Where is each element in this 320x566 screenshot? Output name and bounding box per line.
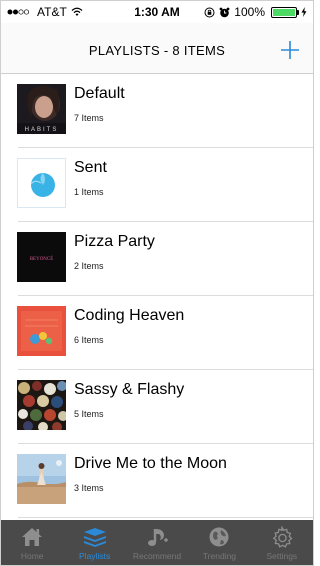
playlist-count: 3 Items [74,483,104,493]
playlist-title: Sassy & Flashy [74,381,185,398]
playlist-title: Coding Heaven [74,307,185,324]
tab-bar: Home Playlists Recommend Trending Settin… [1,520,313,565]
plus-icon [281,41,299,59]
tab-label: Playlists [79,551,111,561]
playlist-row-drive-me-to-the-moon[interactable]: Drive Me to the Moon 3 Items [1,444,313,518]
alarm-icon [219,7,230,18]
playlist-count: 7 Items [74,113,104,123]
tab-playlists[interactable]: Playlists [63,520,125,565]
battery-percent: 100% [234,5,265,19]
tab-settings[interactable]: Settings [251,520,313,565]
tab-recommend[interactable]: Recommend [126,520,188,565]
album-art-default: HABITS [17,84,66,134]
tab-label: Settings [266,551,298,561]
tab-home[interactable]: Home [1,520,63,565]
status-bar: AT&T 1:30 AM 100% [1,1,313,23]
playlist-row-pizza-party[interactable]: BEYONCÉ Pizza Party 2 Items [1,222,313,296]
battery-icon [271,6,299,18]
playlist-title: Pizza Party [74,233,155,250]
playlist-count: 2 Items [74,261,104,271]
rotation-lock-icon [204,7,215,18]
playlist-list: HABITS Default 7 Items Sent 1 Items BEYO… [1,74,313,520]
album-art-drive-me-to-the-moon [17,454,66,504]
playlist-row-sassy-flashy[interactable]: Sassy & Flashy 5 Items [1,370,313,444]
album-art-text: BEYONCÉ [30,256,54,262]
playlist-row-default[interactable]: HABITS Default 7 Items [1,74,313,148]
album-art-coding-heaven [17,306,66,356]
add-playlist-button[interactable] [275,35,305,65]
album-art-pizza-party: BEYONCÉ [17,232,66,282]
playlist-count: 5 Items [74,409,104,419]
playlist-title: Sent [74,159,107,176]
playlist-count: 6 Items [74,335,104,345]
battery-fill [273,8,295,16]
charging-icon [301,7,307,17]
status-right: 100% [204,1,307,23]
album-art-sassy-flashy [17,380,66,430]
navigation-bar: PLAYLISTS - 8 ITEMS [1,23,313,74]
music-note-icon [148,529,169,546]
album-art-text: HABITS [25,127,59,133]
tab-label: Recommend [132,551,182,561]
playlist-count: 1 Items [74,187,104,197]
page-title: PLAYLISTS - 8 ITEMS [88,43,226,58]
playlist-title: Default [74,85,125,102]
row-divider [18,517,313,518]
playlist-title: Drive Me to the Moon [74,455,227,472]
tab-label: Home [20,551,44,561]
tab-trending[interactable]: Trending [188,520,250,565]
tab-label: Trending [202,551,237,561]
stack-icon [83,528,106,547]
album-art-sent [17,158,66,208]
playlist-row-coding-heaven[interactable]: Coding Heaven 6 Items [1,296,313,370]
gear-icon [272,526,293,548]
app-frame: AT&T 1:30 AM 100% PLAYLISTS - 8 ITEMS HA… [0,0,314,566]
playlist-row-sent[interactable]: Sent 1 Items [1,148,313,222]
home-icon [22,528,43,546]
globe-icon [209,527,229,547]
